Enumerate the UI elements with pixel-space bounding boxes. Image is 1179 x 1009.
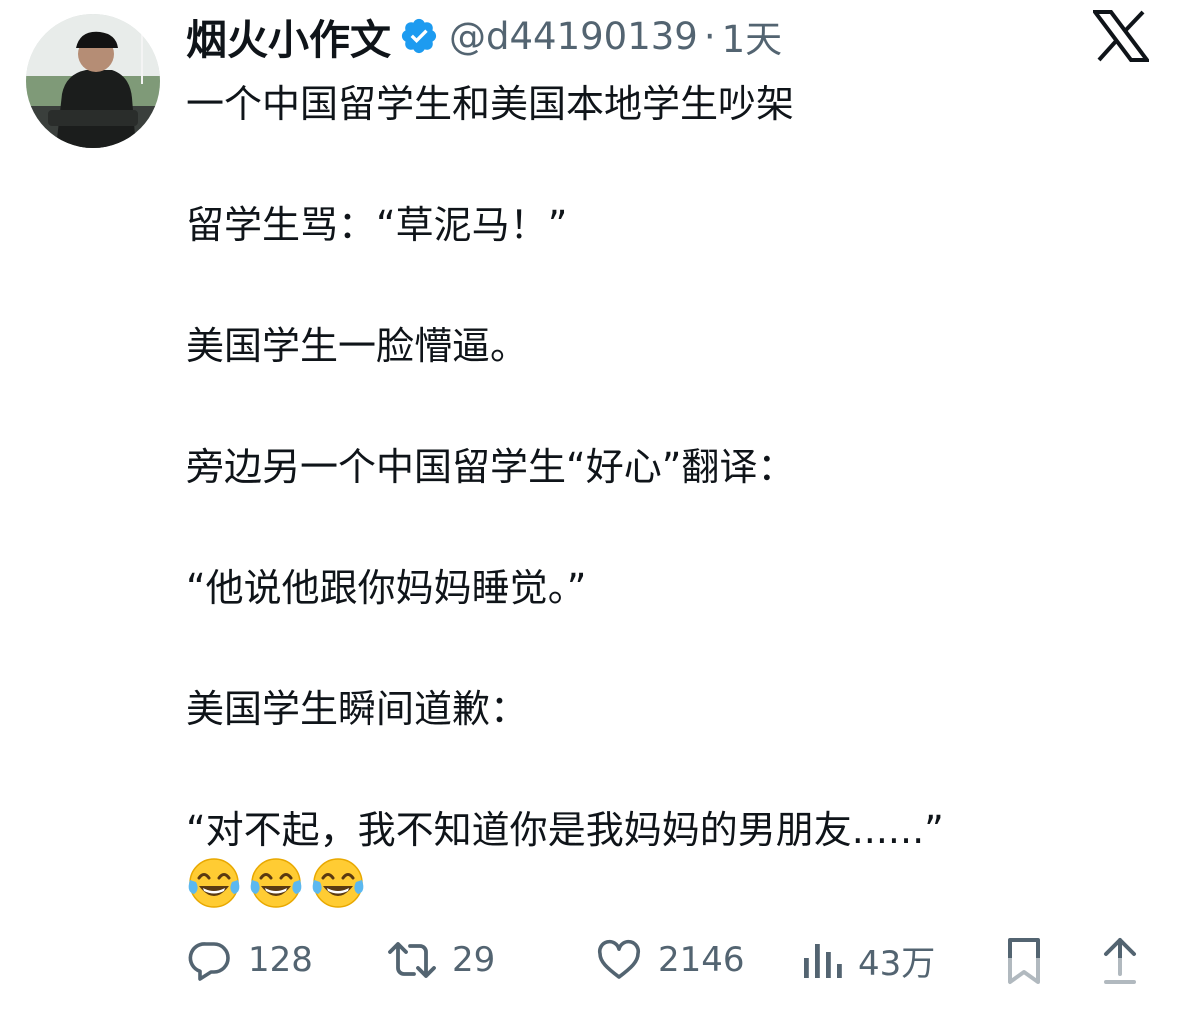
emoji-row [186, 856, 366, 912]
views-count: 43万 [858, 943, 936, 984]
tweet-line: 留学生骂：“草泥马！” [186, 203, 568, 247]
heart-icon [597, 939, 641, 979]
tweet-body: 一个中国留学生和美国本地学生吵架 留学生骂：“草泥马！” 美国学生一脸懵逼。 旁… [186, 74, 1146, 861]
tears-of-joy-emoji [312, 858, 364, 908]
tweet-header: 烟火小作文 @d44190139 · 1天 [186, 6, 783, 66]
retweet-button[interactable]: 29 [386, 930, 495, 990]
header-separator: · [703, 14, 716, 58]
author-display-name[interactable]: 烟火小作文 [186, 6, 391, 66]
tweet-timestamp[interactable]: 1天 [722, 9, 783, 63]
tweet-line: 一个中国留学生和美国本地学生吵架 [186, 82, 795, 126]
like-count: 2146 [658, 940, 745, 980]
tweet-line: “对不起，我不知道你是我妈妈的男朋友......” [186, 808, 944, 852]
author-handle[interactable]: @d44190139 [449, 15, 698, 58]
tweet-line: “他说他跟你妈妈睡觉。” [186, 566, 587, 610]
tweet-line: 美国学生一脸懵逼。 [186, 324, 529, 368]
reply-button[interactable]: 128 [186, 930, 313, 990]
views-button[interactable]: 43万 [800, 930, 935, 990]
tweet-line: 旁边另一个中国留学生“好心”翻译： [186, 445, 796, 489]
reply-count: 128 [248, 940, 313, 980]
retweet-icon [388, 942, 436, 978]
tweet-line: 美国学生瞬间道歉： [186, 687, 529, 731]
reply-icon [188, 942, 230, 981]
verified-badge-icon [399, 16, 439, 56]
watermark-overlay [940, 958, 1172, 998]
x-logo-icon [1091, 10, 1151, 62]
tears-of-joy-emoji [250, 858, 302, 908]
avatar[interactable] [26, 14, 160, 148]
like-button[interactable]: 2146 [594, 930, 745, 990]
tears-of-joy-emoji [188, 858, 240, 908]
views-chart-icon [804, 944, 842, 978]
retweet-count: 29 [452, 940, 496, 980]
